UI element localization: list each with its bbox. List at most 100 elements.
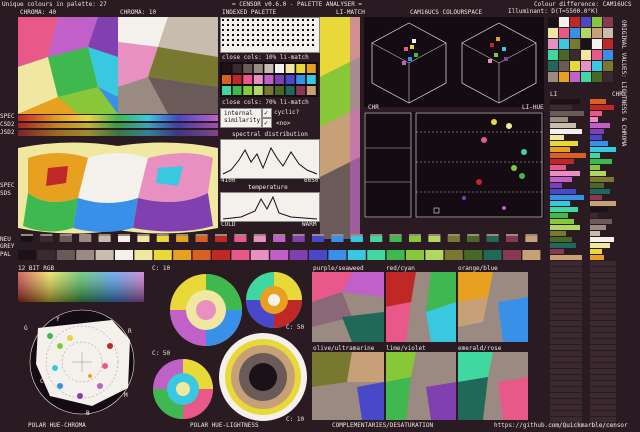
- chroma-bar: [590, 123, 610, 128]
- palette-dot: [237, 34, 239, 36]
- close-colour-swatch: [222, 64, 231, 73]
- neutral-palette-swatch: [486, 236, 499, 242]
- li-match-column: [320, 17, 360, 239]
- spec-label: SPEC: [0, 113, 15, 120]
- neutral-palette-swatch: [447, 236, 460, 242]
- neutral-palette-swatch: [312, 236, 324, 242]
- polar-letter-c: C: [40, 378, 44, 385]
- lightness-bar: [550, 99, 580, 104]
- chroma-bar: [590, 135, 602, 140]
- illuminant-label: Illuminant: D(T=5500.0°K): [508, 8, 599, 15]
- close-colour-swatch: [296, 86, 306, 95]
- chroma-bar-empty: [590, 309, 616, 314]
- palette-swatch: [603, 28, 613, 38]
- lightness-bar-empty: [550, 411, 582, 416]
- palette-swatch: [250, 250, 269, 260]
- internal-similarity-label: internal similarity: [224, 110, 261, 124]
- palette-dot: [262, 29, 264, 31]
- palette-dot: [237, 24, 239, 26]
- pal-label: PAL: [0, 251, 11, 258]
- palette-swatch: [548, 17, 558, 27]
- pair-emerald-label: emerald/rose: [458, 345, 502, 352]
- palette-dot: [297, 19, 299, 21]
- palette-dot: [242, 19, 244, 21]
- lightness-bar-empty: [550, 273, 582, 278]
- neutral-palette-swatch: [331, 236, 344, 242]
- rgb12-strip: [18, 272, 144, 302]
- pair-olive-ultramarine: [312, 352, 384, 420]
- palette-swatch: [386, 250, 405, 260]
- pair-emerald-rose: [458, 352, 528, 420]
- palette-dot: [282, 39, 284, 41]
- chr-right-label: CHR: [612, 91, 623, 98]
- palette-dot: [242, 44, 244, 46]
- palette-swatch: [134, 250, 153, 260]
- lightness-bar-empty: [550, 327, 582, 332]
- close-colour-swatch: [222, 75, 231, 84]
- palette-dot: [252, 34, 254, 36]
- indexed-palette-label: INDEXED PALETTE: [222, 9, 277, 16]
- palette-swatch: [425, 250, 444, 260]
- lightness-bar: [550, 141, 578, 146]
- palette-swatch: [406, 250, 424, 260]
- palette-dot: [307, 39, 309, 41]
- polar-letter-y: Y: [56, 316, 60, 323]
- internal-similarity-checkbox[interactable]: ✓: [262, 108, 272, 118]
- neutral-palette-swatch: [215, 236, 227, 242]
- cyclic-checkbox[interactable]: ✓: [262, 118, 272, 128]
- polar-hue-lightness-label: POLAR HUE-LIGHTNESS: [190, 422, 259, 429]
- chroma-bar-empty: [590, 321, 616, 326]
- palette-dot: [262, 19, 264, 21]
- palette-dot: [222, 24, 224, 26]
- neutral-palette-swatch: [409, 236, 421, 242]
- palette-dot: [302, 39, 304, 41]
- palette-swatch: [56, 250, 75, 260]
- palette-dot: [297, 29, 299, 31]
- neutral-palette-swatch: [98, 236, 111, 242]
- palette-dot: [267, 39, 269, 41]
- palette-swatch: [309, 250, 327, 260]
- neutral-palette-swatch: [176, 236, 189, 242]
- chroma-bar: [590, 141, 608, 146]
- palette-dot: [277, 39, 279, 41]
- chroma-bar: [590, 249, 602, 254]
- palette-swatch: [570, 17, 580, 27]
- palette-swatch: [270, 250, 289, 260]
- neutral-palette-swatch: [137, 236, 150, 242]
- chroma-bar: [590, 213, 598, 218]
- palette-swatch: [559, 28, 569, 38]
- chroma-bar: [590, 255, 604, 260]
- palette-dot: [247, 44, 249, 46]
- temperature-label: temperature: [248, 184, 288, 191]
- palette-swatch: [581, 28, 591, 38]
- palette-swatch: [212, 250, 230, 260]
- palette-dot: [272, 19, 274, 21]
- indexed-palette-dots: [222, 19, 314, 46]
- close-colour-swatch: [264, 75, 274, 84]
- chr-li-hue-plot: [364, 112, 544, 218]
- lightness-chroma-bars: [550, 99, 616, 428]
- li-hue-label: LI-HUE: [522, 104, 544, 111]
- chroma-bar-empty: [590, 369, 616, 374]
- vertical-side-label: ORIGINAL VALUES: LIGHTNESS & CHROMA: [620, 20, 627, 147]
- palette-dot: [287, 44, 289, 46]
- github-link[interactable]: https://github.com/Quickmarble/censor: [494, 422, 628, 429]
- palette-swatch: [603, 17, 613, 27]
- palette-dot: [282, 24, 284, 26]
- palette-dot: [252, 44, 254, 46]
- palette-dot: [227, 19, 229, 21]
- palette-dot: [222, 34, 224, 36]
- lightness-bar: [550, 237, 572, 242]
- palette-dot: [312, 24, 314, 26]
- lightness-bar: [550, 147, 570, 152]
- palette-dot: [257, 24, 259, 26]
- palette-dot: [247, 39, 249, 41]
- lightness-bar-empty: [550, 315, 582, 320]
- palette-swatch: [592, 17, 602, 27]
- unique-colours-label: Unique colours in palette: 27: [2, 1, 107, 8]
- palette-dot: [267, 19, 269, 21]
- lightness-bar-empty: [550, 357, 582, 362]
- neutral-palette-swatch: [118, 236, 130, 242]
- chroma-bar: [590, 99, 606, 104]
- palette-dot: [307, 24, 309, 26]
